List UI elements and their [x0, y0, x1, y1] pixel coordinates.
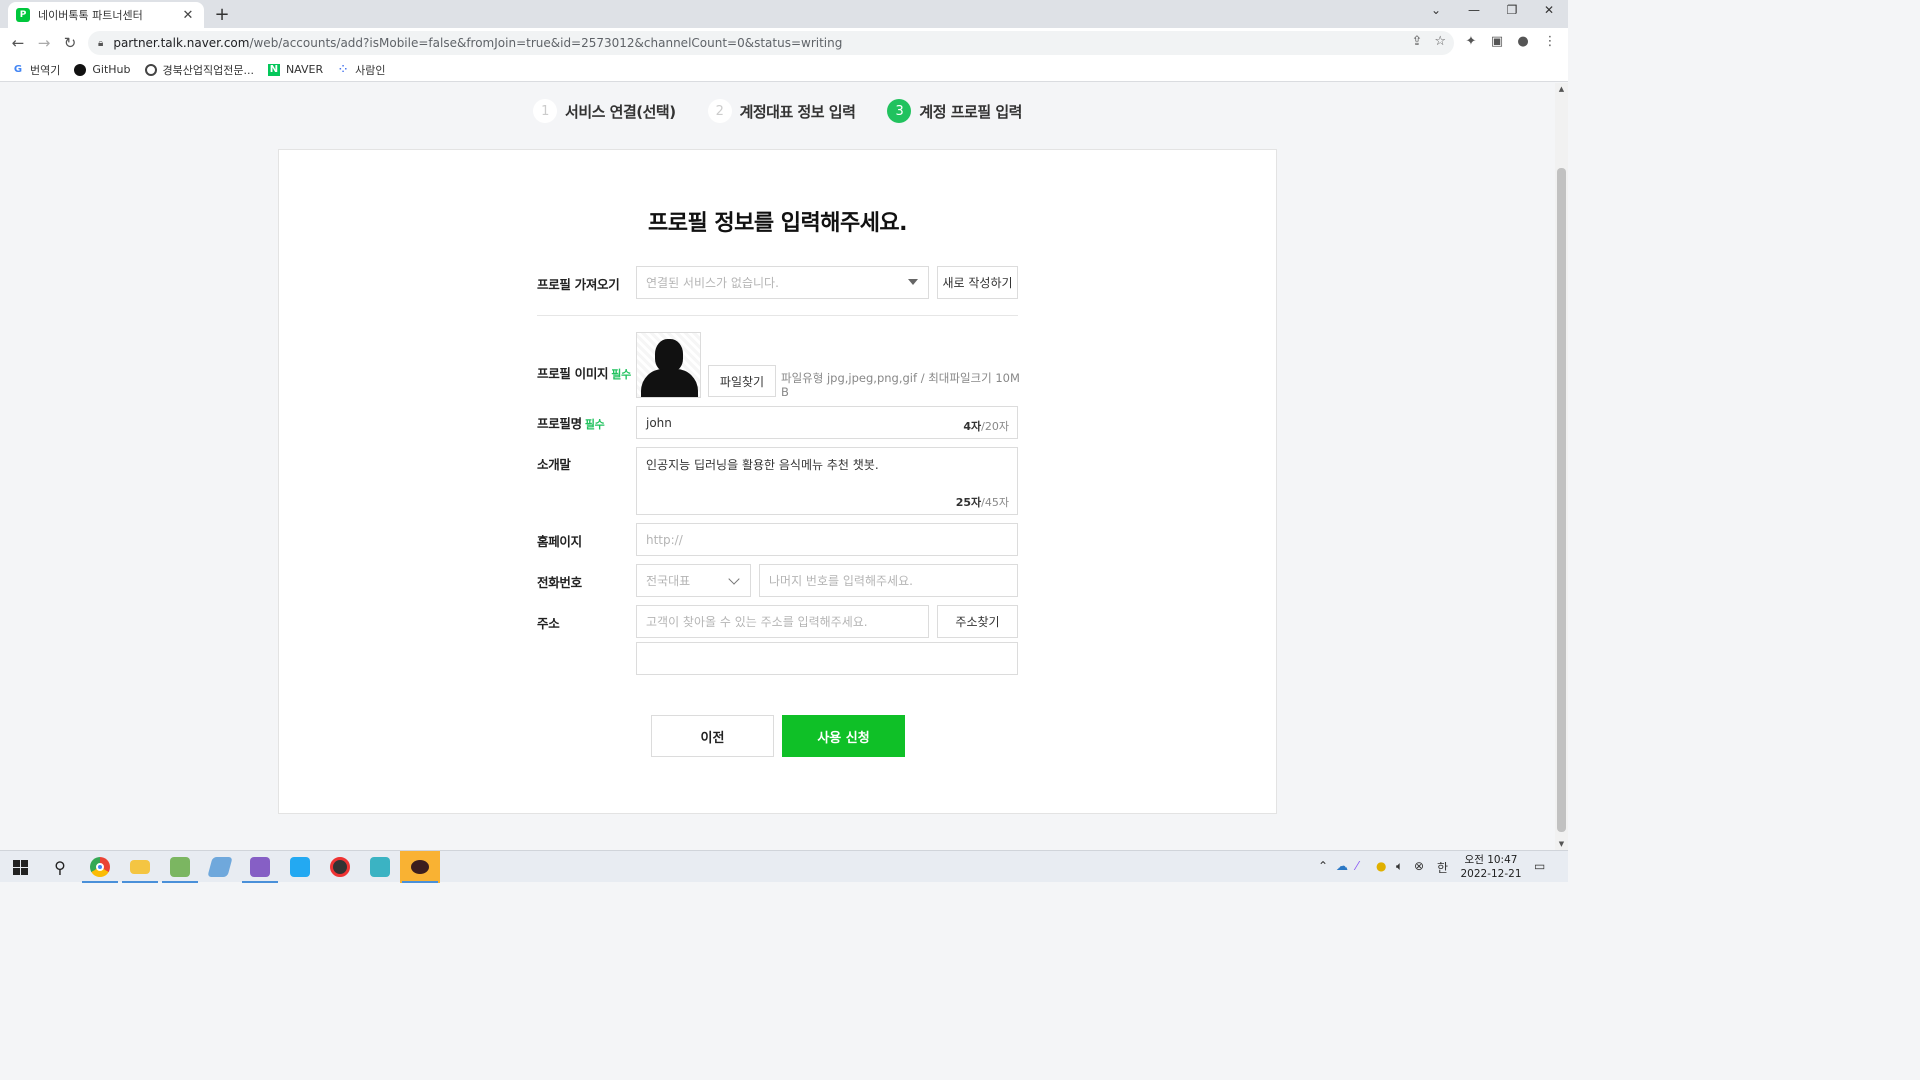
- taskbar-clock[interactable]: 오전 10:47 2022-12-21: [1456, 853, 1526, 881]
- scroll-up-icon[interactable]: ▲: [1555, 85, 1568, 93]
- bookmark-saramin[interactable]: ⁘ 사람인: [337, 62, 386, 78]
- tab-search-chevron-icon[interactable]: ⌄: [1421, 3, 1451, 17]
- profile-image-label: 프로필 이미지 필수: [537, 366, 631, 381]
- menu-kebab-icon[interactable]: ⋮: [1541, 34, 1559, 49]
- bookmark-naver[interactable]: N NAVER: [267, 63, 323, 76]
- file-type-hint: 파일유형 jpg,jpeg,png,gif / 최대파일크기 10MB: [781, 371, 1020, 399]
- volume-muted-icon[interactable]: 🔈︎: [1396, 859, 1403, 874]
- network-disconnected-icon[interactable]: ⊗: [1414, 859, 1424, 873]
- address-bar[interactable]: 🔒︎ partner.talk.naver.com/web/accounts/a…: [88, 31, 1454, 55]
- tab-close-icon[interactable]: ✕: [180, 8, 196, 23]
- phone-area-select[interactable]: 전국대표: [636, 564, 751, 597]
- chrome-icon[interactable]: [80, 851, 120, 883]
- window-close-icon[interactable]: ✕: [1534, 3, 1564, 17]
- media-app-icon[interactable]: [320, 851, 360, 883]
- globe-icon: [144, 63, 157, 76]
- homepage-label: 홈페이지: [537, 534, 582, 549]
- kakaotalk-icon[interactable]: [400, 851, 440, 883]
- step-profile-input: 3 계정 프로필 입력: [887, 99, 1022, 123]
- forward-icon[interactable]: →: [34, 33, 54, 53]
- new-profile-button[interactable]: 새로 작성하기: [937, 266, 1018, 299]
- scrollbar-thumb[interactable]: [1557, 168, 1566, 832]
- intro-textarea[interactable]: 인공지능 딥러닝을 활용한 음식메뉴 추천 챗봇. 25자/45자: [636, 447, 1018, 515]
- intro-char-counter: 25자/45자: [955, 496, 1009, 509]
- previous-button[interactable]: 이전: [651, 715, 774, 757]
- chevron-down-icon: [728, 573, 740, 585]
- file-browse-button[interactable]: 파일찾기: [708, 365, 776, 397]
- scroll-down-icon[interactable]: ▼: [1555, 840, 1568, 848]
- step-indicator: 1 서비스 연결(선택) 2 계정대표 정보 입력 3 계정 프로필 입력: [0, 99, 1555, 123]
- bookmark-github[interactable]: GitHub: [74, 63, 131, 76]
- browser-tab-bar: P 네이버톡톡 파트너센터 ✕ + ⌄ — ❐ ✕: [0, 0, 1568, 28]
- file-explorer-icon[interactable]: [120, 851, 160, 883]
- profile-avatar-icon[interactable]: ●: [1514, 34, 1532, 49]
- import-profile-label: 프로필 가져오기: [537, 277, 620, 292]
- new-tab-icon[interactable]: +: [212, 4, 232, 25]
- browser-tab[interactable]: P 네이버톡톡 파트너센터 ✕: [8, 2, 204, 28]
- minimize-icon[interactable]: —: [1459, 3, 1489, 17]
- profile-form-card: 프로필 정보를 입력해주세요. 프로필 가져오기 연결된 서비스가 없습니다. …: [278, 149, 1277, 814]
- tab-title: 네이버톡톡 파트너센터: [38, 9, 143, 22]
- name-char-counter: 4자/20자: [963, 420, 1009, 433]
- bookmark-star-icon[interactable]: ☆: [1434, 34, 1446, 49]
- submit-button[interactable]: 사용 신청: [782, 715, 905, 757]
- notification-icon[interactable]: ▭: [1534, 859, 1545, 873]
- bookmarks-bar: G 번역기 GitHub 경북산업직업전문... N NAVER ⁘ 사람인: [0, 58, 1568, 82]
- address-input[interactable]: 고객이 찾아올 수 있는 주소를 입력해주세요.: [636, 605, 929, 638]
- naver-icon: N: [267, 63, 280, 76]
- app-icon[interactable]: [200, 851, 240, 883]
- restore-icon[interactable]: ❐: [1497, 3, 1527, 17]
- github-icon: [74, 63, 87, 76]
- profile-image-preview: [636, 332, 701, 398]
- ime-indicator[interactable]: 한: [1437, 859, 1448, 876]
- profile-name-input[interactable]: john 4자/20자: [636, 406, 1018, 439]
- onedrive-icon[interactable]: ☁: [1336, 859, 1348, 873]
- search-icon[interactable]: ⚲: [40, 851, 80, 883]
- url-text: partner.talk.naver.com/web/accounts/add?…: [113, 36, 843, 50]
- section-divider: [537, 315, 1018, 316]
- visual-studio-icon[interactable]: [240, 851, 280, 883]
- profile-name-label: 프로필명 필수: [537, 416, 605, 431]
- notepad-icon[interactable]: [160, 851, 200, 883]
- person-silhouette-icon: [655, 339, 683, 372]
- phone-label: 전화번호: [537, 575, 582, 590]
- browser-toolbar: ← → ↻ 🔒︎ partner.talk.naver.com/web/acco…: [0, 28, 1568, 58]
- windows-taskbar: ⚲ ⌃ ☁ ⁄ ● 🔈︎ ⊗ 한 오전 10:47 2022-12-21 ▭: [0, 850, 1568, 883]
- bookmark-gyeongbuk[interactable]: 경북산업직업전문...: [144, 62, 254, 78]
- snipping-tool-icon[interactable]: [360, 851, 400, 883]
- address-detail-input[interactable]: [636, 642, 1018, 675]
- side-panel-icon[interactable]: ▣: [1488, 34, 1506, 49]
- step-service-connect: 1 서비스 연결(선택): [533, 99, 676, 123]
- homepage-input[interactable]: http://: [636, 523, 1018, 556]
- saramin-icon: ⁘: [338, 64, 348, 75]
- tray-chevron-up-icon[interactable]: ⌃: [1318, 859, 1328, 873]
- dropdown-caret-icon: [908, 279, 918, 285]
- bookmark-translator[interactable]: G 번역기: [12, 62, 60, 78]
- kakaotalk-tray-icon[interactable]: ●: [1376, 859, 1386, 873]
- address-label: 주소: [537, 616, 560, 631]
- page-viewport: 1 서비스 연결(선택) 2 계정대표 정보 입력 3 계정 프로필 입력 프로…: [0, 83, 1555, 850]
- google-icon: G: [13, 64, 23, 75]
- address-search-button[interactable]: 주소찾기: [937, 605, 1018, 638]
- required-badge: 필수: [584, 418, 605, 431]
- page-scrollbar[interactable]: ▲ ▼: [1555, 83, 1568, 850]
- windows-start-icon[interactable]: [0, 851, 40, 883]
- vscode-icon[interactable]: [280, 851, 320, 883]
- pen-icon[interactable]: ⁄: [1356, 859, 1358, 873]
- import-service-select[interactable]: 연결된 서비스가 없습니다.: [636, 266, 929, 299]
- naver-talk-favicon-icon: P: [16, 8, 30, 22]
- extensions-icon[interactable]: ✦: [1462, 34, 1480, 49]
- step-account-info: 2 계정대표 정보 입력: [707, 99, 856, 123]
- back-icon[interactable]: ←: [8, 33, 28, 53]
- page-title: 프로필 정보를 입력해주세요.: [647, 211, 908, 236]
- reload-icon[interactable]: ↻: [60, 33, 80, 53]
- intro-label: 소개말: [537, 457, 571, 472]
- lock-icon: 🔒︎: [98, 37, 104, 49]
- share-icon[interactable]: ⇪: [1411, 34, 1422, 49]
- required-badge: 필수: [611, 368, 631, 381]
- phone-number-input[interactable]: 나머지 번호를 입력해주세요.: [759, 564, 1018, 597]
